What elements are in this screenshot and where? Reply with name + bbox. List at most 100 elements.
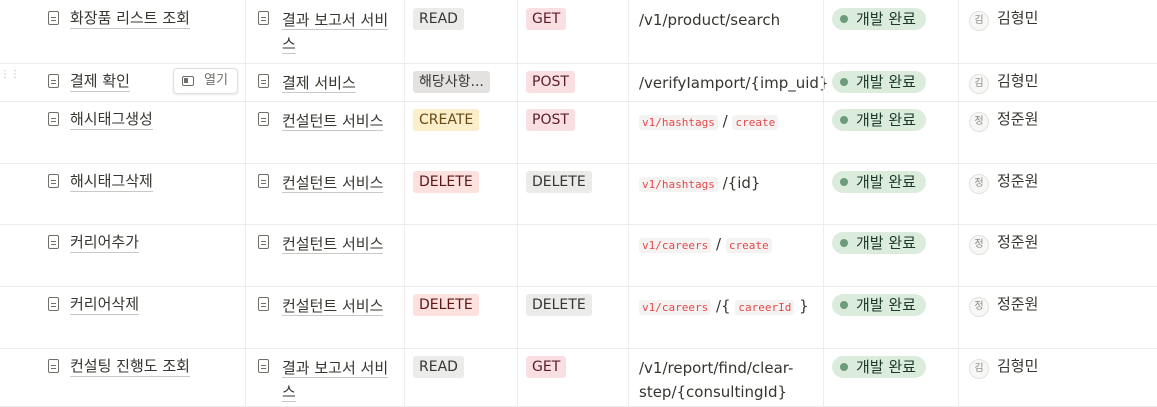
cell-crud[interactable]: DELETE	[404, 163, 517, 224]
cell-assignee[interactable]: 김 김형민	[958, 0, 1157, 63]
cell-assignee[interactable]: 정 정준원	[958, 101, 1157, 163]
cell-crud[interactable]: READ	[404, 348, 517, 406]
table-row[interactable]: 해시태그삭제 컨설턴트 서비스 DELETE DELETE v1/hashtags /…	[0, 163, 1157, 225]
row-title[interactable]: 해시태그생성	[70, 109, 153, 130]
assignee-name: 김형민	[997, 72, 1039, 90]
row-title[interactable]: 결제 확인	[70, 71, 130, 92]
table-row[interactable]: 해시태그생성 컨설턴트 서비스 CREATE POST v1/hashtags / c…	[0, 101, 1157, 164]
cell-name: 해시태그삭제	[40, 163, 245, 224]
cell-crud[interactable]: 해당사항...	[404, 63, 517, 101]
table-row[interactable]: 컨설팅 진행도 조회 결과 보고서 서비스 READ GET/v1/report/f…	[0, 348, 1157, 407]
avatar: 정	[969, 112, 989, 132]
cell-crud[interactable]	[404, 224, 517, 286]
open-panel-icon	[182, 76, 194, 86]
status-dot-icon	[840, 363, 848, 371]
cell-endpoint[interactable]: v1/hashtags / create	[628, 101, 823, 163]
cell-method[interactable]: GET	[517, 348, 628, 406]
cell-endpoint[interactable]: /v1/report/find/clear-step/{consultingId…	[628, 348, 823, 406]
cell-assignee[interactable]: 정 정준원	[958, 163, 1157, 224]
page-icon	[258, 297, 269, 311]
status-dot-icon	[840, 178, 848, 186]
cell-method[interactable]	[517, 224, 628, 286]
cell-status[interactable]: 개발 완료	[823, 348, 958, 406]
page-icon	[48, 11, 59, 25]
cell-status[interactable]: 개발 완료	[823, 63, 958, 101]
row-title[interactable]: 커리어삭제	[70, 294, 140, 315]
table-row[interactable]: 화장품 리스트 조회 결과 보고서 서비스 READ GET/v1/product/…	[0, 0, 1157, 64]
method-tag: DELETE	[526, 171, 592, 193]
endpoint-code: create	[732, 115, 779, 130]
open-page-button[interactable]: 열기	[173, 68, 238, 94]
cell-method[interactable]: DELETE	[517, 163, 628, 224]
service-relation-link[interactable]: 컨설턴트 서비스	[282, 171, 390, 195]
page-icon	[48, 235, 59, 249]
assignee: 정 정준원	[969, 171, 1038, 194]
status-badge: 개발 완료	[832, 171, 926, 193]
cell-status[interactable]: 개발 완료	[823, 101, 958, 163]
cell-status[interactable]: 개발 완료	[823, 286, 958, 348]
cell-endpoint[interactable]: v1/hashtags /{id}	[628, 163, 823, 224]
table-row[interactable]: 커리어추가 컨설턴트 서비스 v1/careers / create 개발 완료 정 정…	[0, 224, 1157, 287]
cell-service: 컨설턴트 서비스	[245, 101, 404, 163]
service-relation-link[interactable]: 결과 보고서 서비스	[282, 8, 390, 56]
cell-name: 화장품 리스트 조회	[40, 0, 245, 63]
service-relation-link[interactable]: 컨설턴트 서비스	[282, 232, 390, 256]
endpoint-text: /v1/report/find/clear-step/{consultingId…	[639, 359, 794, 401]
method-tag: POST	[526, 109, 575, 131]
cell-crud[interactable]: CREATE	[404, 101, 517, 163]
avatar: 정	[969, 235, 989, 255]
table-row[interactable]: 커리어삭제 컨설턴트 서비스 DELETE DELETE v1/careers /{ …	[0, 286, 1157, 349]
endpoint-text: /v1/product/search	[639, 11, 781, 29]
service-relation-link[interactable]: 결과 보고서 서비스	[282, 356, 390, 404]
status-label: 개발 완료	[856, 73, 916, 91]
status-label: 개발 완료	[856, 234, 916, 252]
avatar: 김	[969, 359, 989, 379]
crud-tag: CREATE	[413, 109, 480, 131]
cell-assignee[interactable]: 김 김형민	[958, 348, 1157, 406]
assignee-name: 정준원	[997, 233, 1039, 251]
cell-method[interactable]: POST	[517, 63, 628, 101]
cell-crud[interactable]: READ	[404, 0, 517, 63]
cell-method[interactable]: DELETE	[517, 286, 628, 348]
status-badge: 개발 완료	[832, 232, 926, 254]
cell-status[interactable]: 개발 완료	[823, 163, 958, 224]
cell-assignee[interactable]: 김 김형민	[958, 63, 1157, 101]
status-dot-icon	[840, 116, 848, 124]
endpoint-text-part: /{id}	[717, 174, 761, 192]
cell-name: 커리어추가	[40, 224, 245, 286]
page-icon	[258, 11, 269, 25]
cell-crud[interactable]: DELETE	[404, 286, 517, 348]
cell-endpoint[interactable]: /verifyIamport/{imp_uid}	[628, 63, 829, 101]
row-title[interactable]: 화장품 리스트 조회	[70, 8, 190, 29]
status-label: 개발 완료	[856, 296, 916, 314]
cell-assignee[interactable]: 정 정준원	[958, 224, 1157, 286]
cell-method[interactable]: GET	[517, 0, 628, 63]
cell-endpoint[interactable]: v1/careers / create	[628, 224, 823, 286]
cell-status[interactable]: 개발 완료	[823, 224, 958, 286]
cell-service: 결과 보고서 서비스	[245, 348, 404, 406]
cell-assignee[interactable]: 정 정준원	[958, 286, 1157, 348]
status-label: 개발 완료	[856, 358, 916, 376]
row-title[interactable]: 해시태그삭제	[70, 171, 153, 192]
page-icon	[48, 112, 59, 126]
cell-endpoint[interactable]: /v1/product/search	[628, 0, 823, 63]
cell-method[interactable]: POST	[517, 101, 628, 163]
drag-handle-icon[interactable]: ⋮⋮	[0, 70, 20, 86]
cell-endpoint[interactable]: v1/careers /{ careerId }	[628, 286, 823, 348]
endpoint-code: v1/hashtags	[639, 177, 718, 192]
service-relation-link[interactable]: 결제 서비스	[282, 71, 390, 95]
avatar: 김	[969, 74, 989, 94]
service-relation-link[interactable]: 컨설턴트 서비스	[282, 109, 390, 133]
page-icon	[48, 74, 59, 88]
endpoint-code: careerId	[735, 300, 795, 315]
cell-status[interactable]: 개발 완료	[823, 0, 958, 63]
crud-tag: READ	[413, 356, 464, 378]
endpoint-text: v1/careers /{ careerId }	[639, 294, 813, 320]
service-relation-link[interactable]: 컨설턴트 서비스	[282, 294, 390, 318]
avatar: 김	[969, 11, 989, 31]
row-title[interactable]: 컨설팅 진행도 조회	[70, 356, 190, 377]
avatar: 정	[969, 297, 989, 317]
status-dot-icon	[840, 15, 848, 23]
row-title[interactable]: 커리어추가	[70, 232, 140, 253]
endpoint-text: v1/hashtags /{id}	[639, 171, 813, 197]
